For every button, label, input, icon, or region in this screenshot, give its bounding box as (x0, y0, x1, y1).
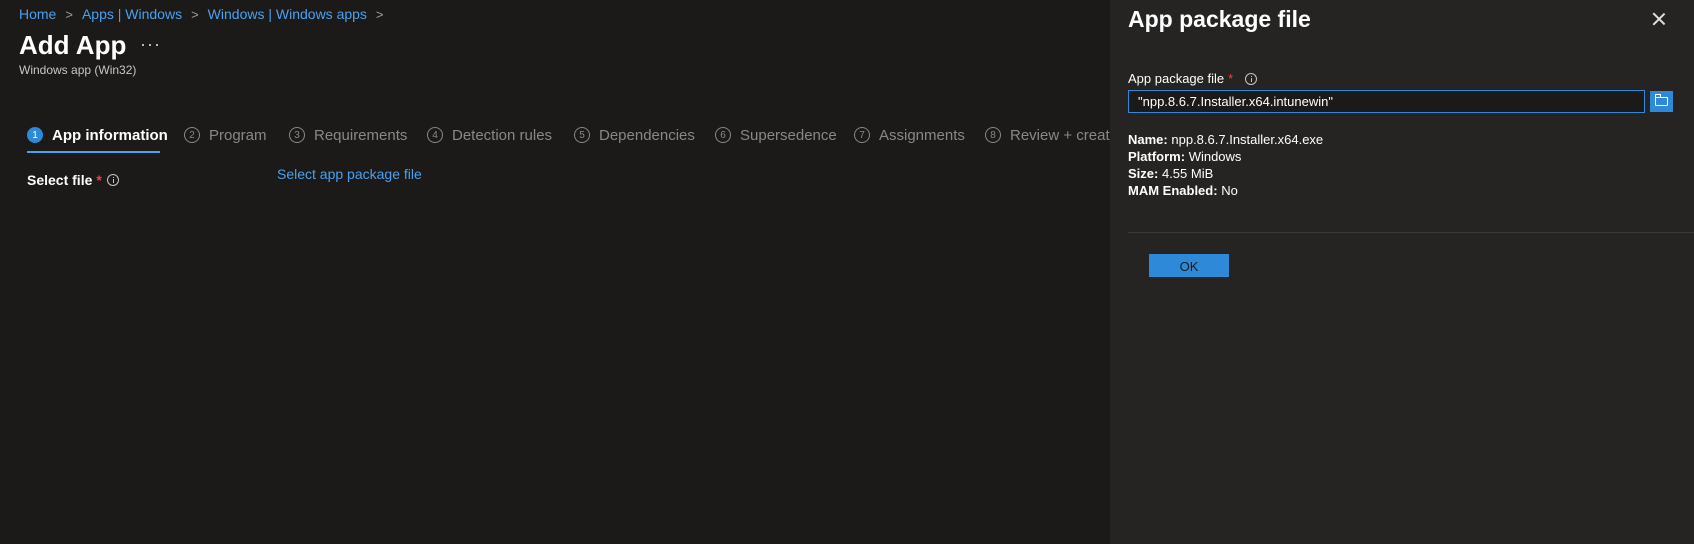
step-label: Detection rules (452, 126, 553, 144)
package-file-input[interactable]: "npp.8.6.7.Installer.x64.intunewin" (1128, 90, 1645, 113)
detail-mam-enabled: MAM Enabled: No (1128, 182, 1323, 199)
page-title: Add App (19, 30, 127, 60)
active-step-indicator (27, 151, 160, 153)
package-details: Name: npp.8.6.7.Installer.x64.exe Platfo… (1128, 131, 1323, 199)
breadcrumb-home[interactable]: Home (19, 6, 56, 22)
detail-platform: Platform: Windows (1128, 148, 1323, 165)
chevron-right-icon: > (191, 6, 199, 22)
panel-title: App package file (1128, 6, 1311, 32)
select-file-label: Select file * (27, 172, 102, 188)
step-program[interactable]: 2 Program (184, 124, 267, 146)
detail-key: Name: (1128, 132, 1168, 147)
detail-key: Platform: (1128, 149, 1186, 164)
step-number: 2 (184, 127, 200, 143)
step-number: 5 (574, 127, 590, 143)
wizard-steps: 1 App information 2 Program 3 Requiremen… (27, 124, 1110, 154)
step-label: Assignments (879, 126, 965, 144)
step-app-information[interactable]: 1 App information (27, 124, 168, 146)
step-label: Supersedence (740, 126, 837, 144)
step-label: Review + create (1010, 126, 1110, 144)
package-field-text: App package file (1128, 71, 1225, 86)
required-mark: * (96, 172, 102, 188)
select-file-text: Select file (27, 172, 93, 188)
step-number: 3 (289, 127, 305, 143)
ok-button[interactable]: OK (1149, 254, 1229, 277)
step-label: App information (52, 126, 168, 144)
step-review-create[interactable]: 8 Review + create (985, 124, 1110, 146)
detail-value: Windows (1188, 149, 1242, 164)
detail-key: Size: (1128, 166, 1159, 181)
info-icon[interactable] (1245, 73, 1257, 85)
breadcrumb-windows-apps[interactable]: Windows | Windows apps (208, 6, 367, 22)
step-dependencies[interactable]: 5 Dependencies (574, 124, 695, 146)
page-subtitle: Windows app (Win32) (19, 63, 137, 77)
app-root: Home > Apps | Windows > Windows | Window… (0, 0, 1694, 544)
panel-divider (1128, 232, 1694, 233)
chevron-right-icon: > (375, 6, 384, 22)
main-page: Home > Apps | Windows > Windows | Window… (0, 0, 1110, 544)
step-number: 1 (27, 127, 43, 143)
folder-icon (1654, 94, 1668, 106)
step-label: Requirements (314, 126, 408, 144)
more-icon[interactable]: ··· (140, 34, 161, 55)
browse-button[interactable] (1650, 91, 1673, 112)
breadcrumb: Home > Apps | Windows > Windows | Window… (19, 5, 393, 23)
step-number: 7 (854, 127, 870, 143)
detail-value: 4.55 MiB (1161, 166, 1214, 181)
required-mark: * (1228, 71, 1234, 86)
info-icon[interactable] (107, 174, 119, 186)
app-package-panel: App package file App package file * "npp.… (1110, 0, 1694, 544)
step-label: Dependencies (599, 126, 695, 144)
step-number: 4 (427, 127, 443, 143)
detail-value: No (1221, 183, 1238, 198)
select-app-package-link[interactable]: Select app package file (277, 166, 422, 182)
step-requirements[interactable]: 3 Requirements (289, 124, 407, 146)
detail-key: MAM Enabled: (1128, 183, 1218, 198)
detail-size: Size: 4.55 MiB (1128, 165, 1323, 182)
close-icon[interactable] (1650, 10, 1668, 28)
detail-value: npp.8.6.7.Installer.x64.exe (1171, 132, 1324, 147)
step-label: Program (209, 126, 267, 144)
step-supersedence[interactable]: 6 Supersedence (715, 124, 837, 146)
step-assignments[interactable]: 7 Assignments (854, 124, 965, 146)
breadcrumb-apps-windows[interactable]: Apps | Windows (82, 6, 182, 22)
step-number: 6 (715, 127, 731, 143)
step-detection-rules[interactable]: 4 Detection rules (427, 124, 552, 146)
chevron-right-icon: > (65, 6, 73, 22)
package-field-label: App package file * (1128, 71, 1233, 86)
step-number: 8 (985, 127, 1001, 143)
detail-name: Name: npp.8.6.7.Installer.x64.exe (1128, 131, 1323, 148)
